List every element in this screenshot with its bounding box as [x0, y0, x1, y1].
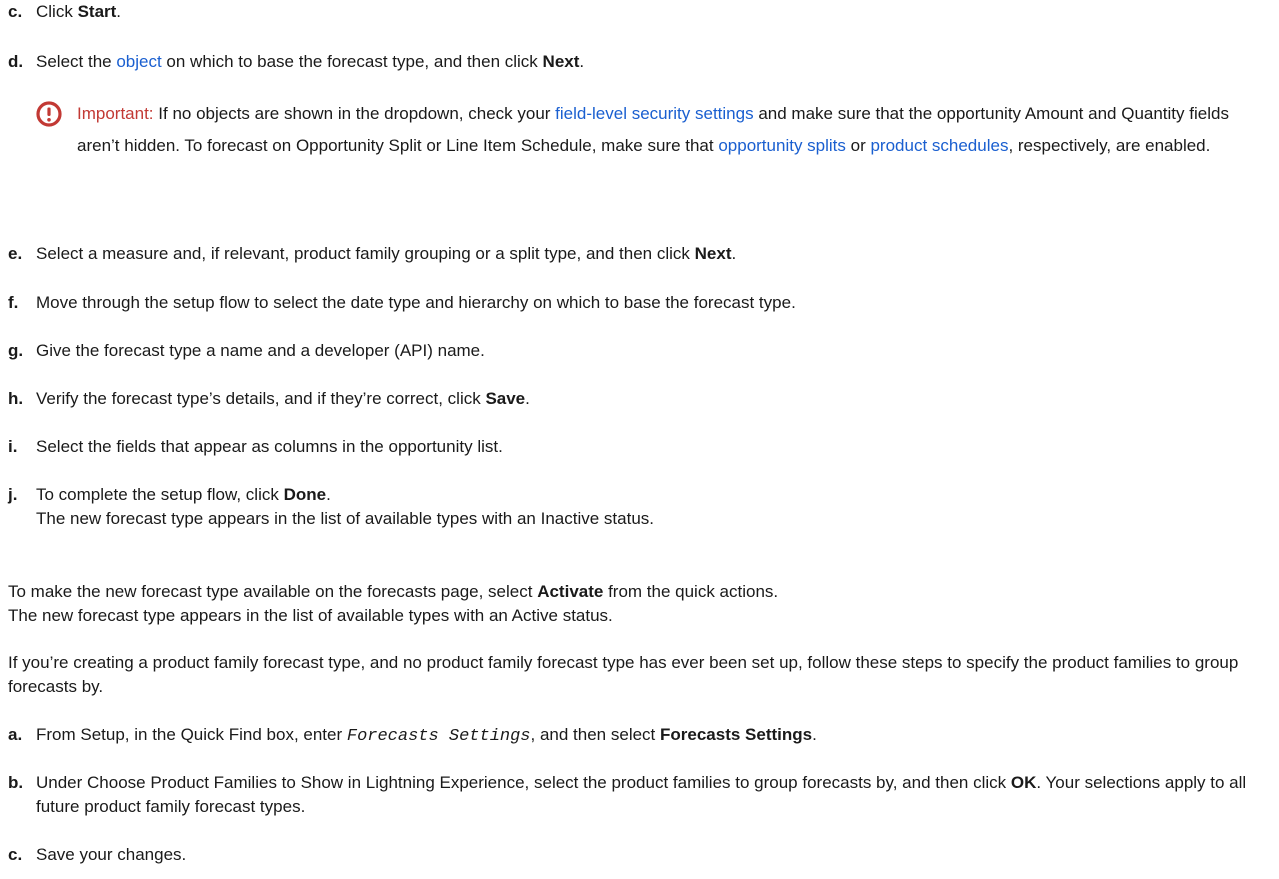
step-letter: f. — [8, 293, 19, 312]
product-family-paragraph: If you’re creating a product family fore… — [8, 653, 1239, 696]
ui-label-activate: Activate — [537, 582, 604, 601]
step-text: Save your changes. — [36, 845, 187, 864]
note-label: Important: — [77, 104, 154, 123]
step-text: Move through the setup flow to select th… — [36, 293, 796, 312]
step-text: Select the object on which to base the f… — [36, 52, 585, 71]
step-letter: c. — [8, 2, 23, 21]
ui-label-next: Next — [542, 52, 580, 71]
step-text: Select the fields that appear as columns… — [36, 437, 503, 456]
step-letter: d. — [8, 52, 24, 71]
note-body: Important: If no objects are shown in th… — [77, 104, 1229, 155]
step-text: Give the forecast type a name and a deve… — [36, 341, 485, 360]
step-text: To complete the setup flow, click Done. T… — [36, 485, 655, 528]
doc-page: c. Click Start. d. Select the object on … — [0, 0, 1279, 879]
ui-label-forecasts-settings: Forecasts Settings — [660, 725, 813, 744]
step-text: Verify the forecast type’s details, and … — [36, 389, 530, 408]
step-letter: b. — [8, 773, 24, 792]
activate-paragraph: To make the new forecast type available … — [8, 582, 779, 625]
step-text: Click Start. — [36, 2, 122, 21]
object-link[interactable]: object — [116, 52, 161, 71]
step-text: Select a measure and, if relevant, produ… — [36, 244, 737, 263]
ui-label-ok: OK — [1010, 773, 1037, 792]
field-level-security-link[interactable]: field-level security settings — [555, 104, 753, 123]
step-result: The new forecast type appears in the lis… — [36, 509, 655, 528]
step-text: From Setup, in the Quick Find box, enter… — [36, 725, 817, 746]
step-letter: a. — [8, 725, 23, 744]
step-letter: j. — [8, 485, 18, 504]
ui-label-start: Start — [77, 2, 117, 21]
step-text: Under Choose Product Families to Show in… — [36, 773, 1247, 816]
step-letter: c. — [8, 845, 23, 864]
product-schedules-link[interactable]: product schedules — [870, 136, 1008, 155]
ui-label-done: Done — [283, 485, 327, 504]
step-letter: i. — [8, 437, 18, 456]
ui-label-save: Save — [485, 389, 526, 408]
ui-label-next: Next — [694, 244, 732, 263]
step-letter: g. — [8, 341, 24, 360]
step-letter: h. — [8, 389, 24, 408]
opportunity-splits-link[interactable]: opportunity splits — [718, 136, 846, 155]
alert-circle-icon — [36, 101, 62, 127]
quick-find-term: Forecasts Settings — [346, 727, 531, 746]
step-letter: e. — [8, 244, 23, 263]
activate-result: The new forecast type appears in the lis… — [8, 606, 613, 625]
